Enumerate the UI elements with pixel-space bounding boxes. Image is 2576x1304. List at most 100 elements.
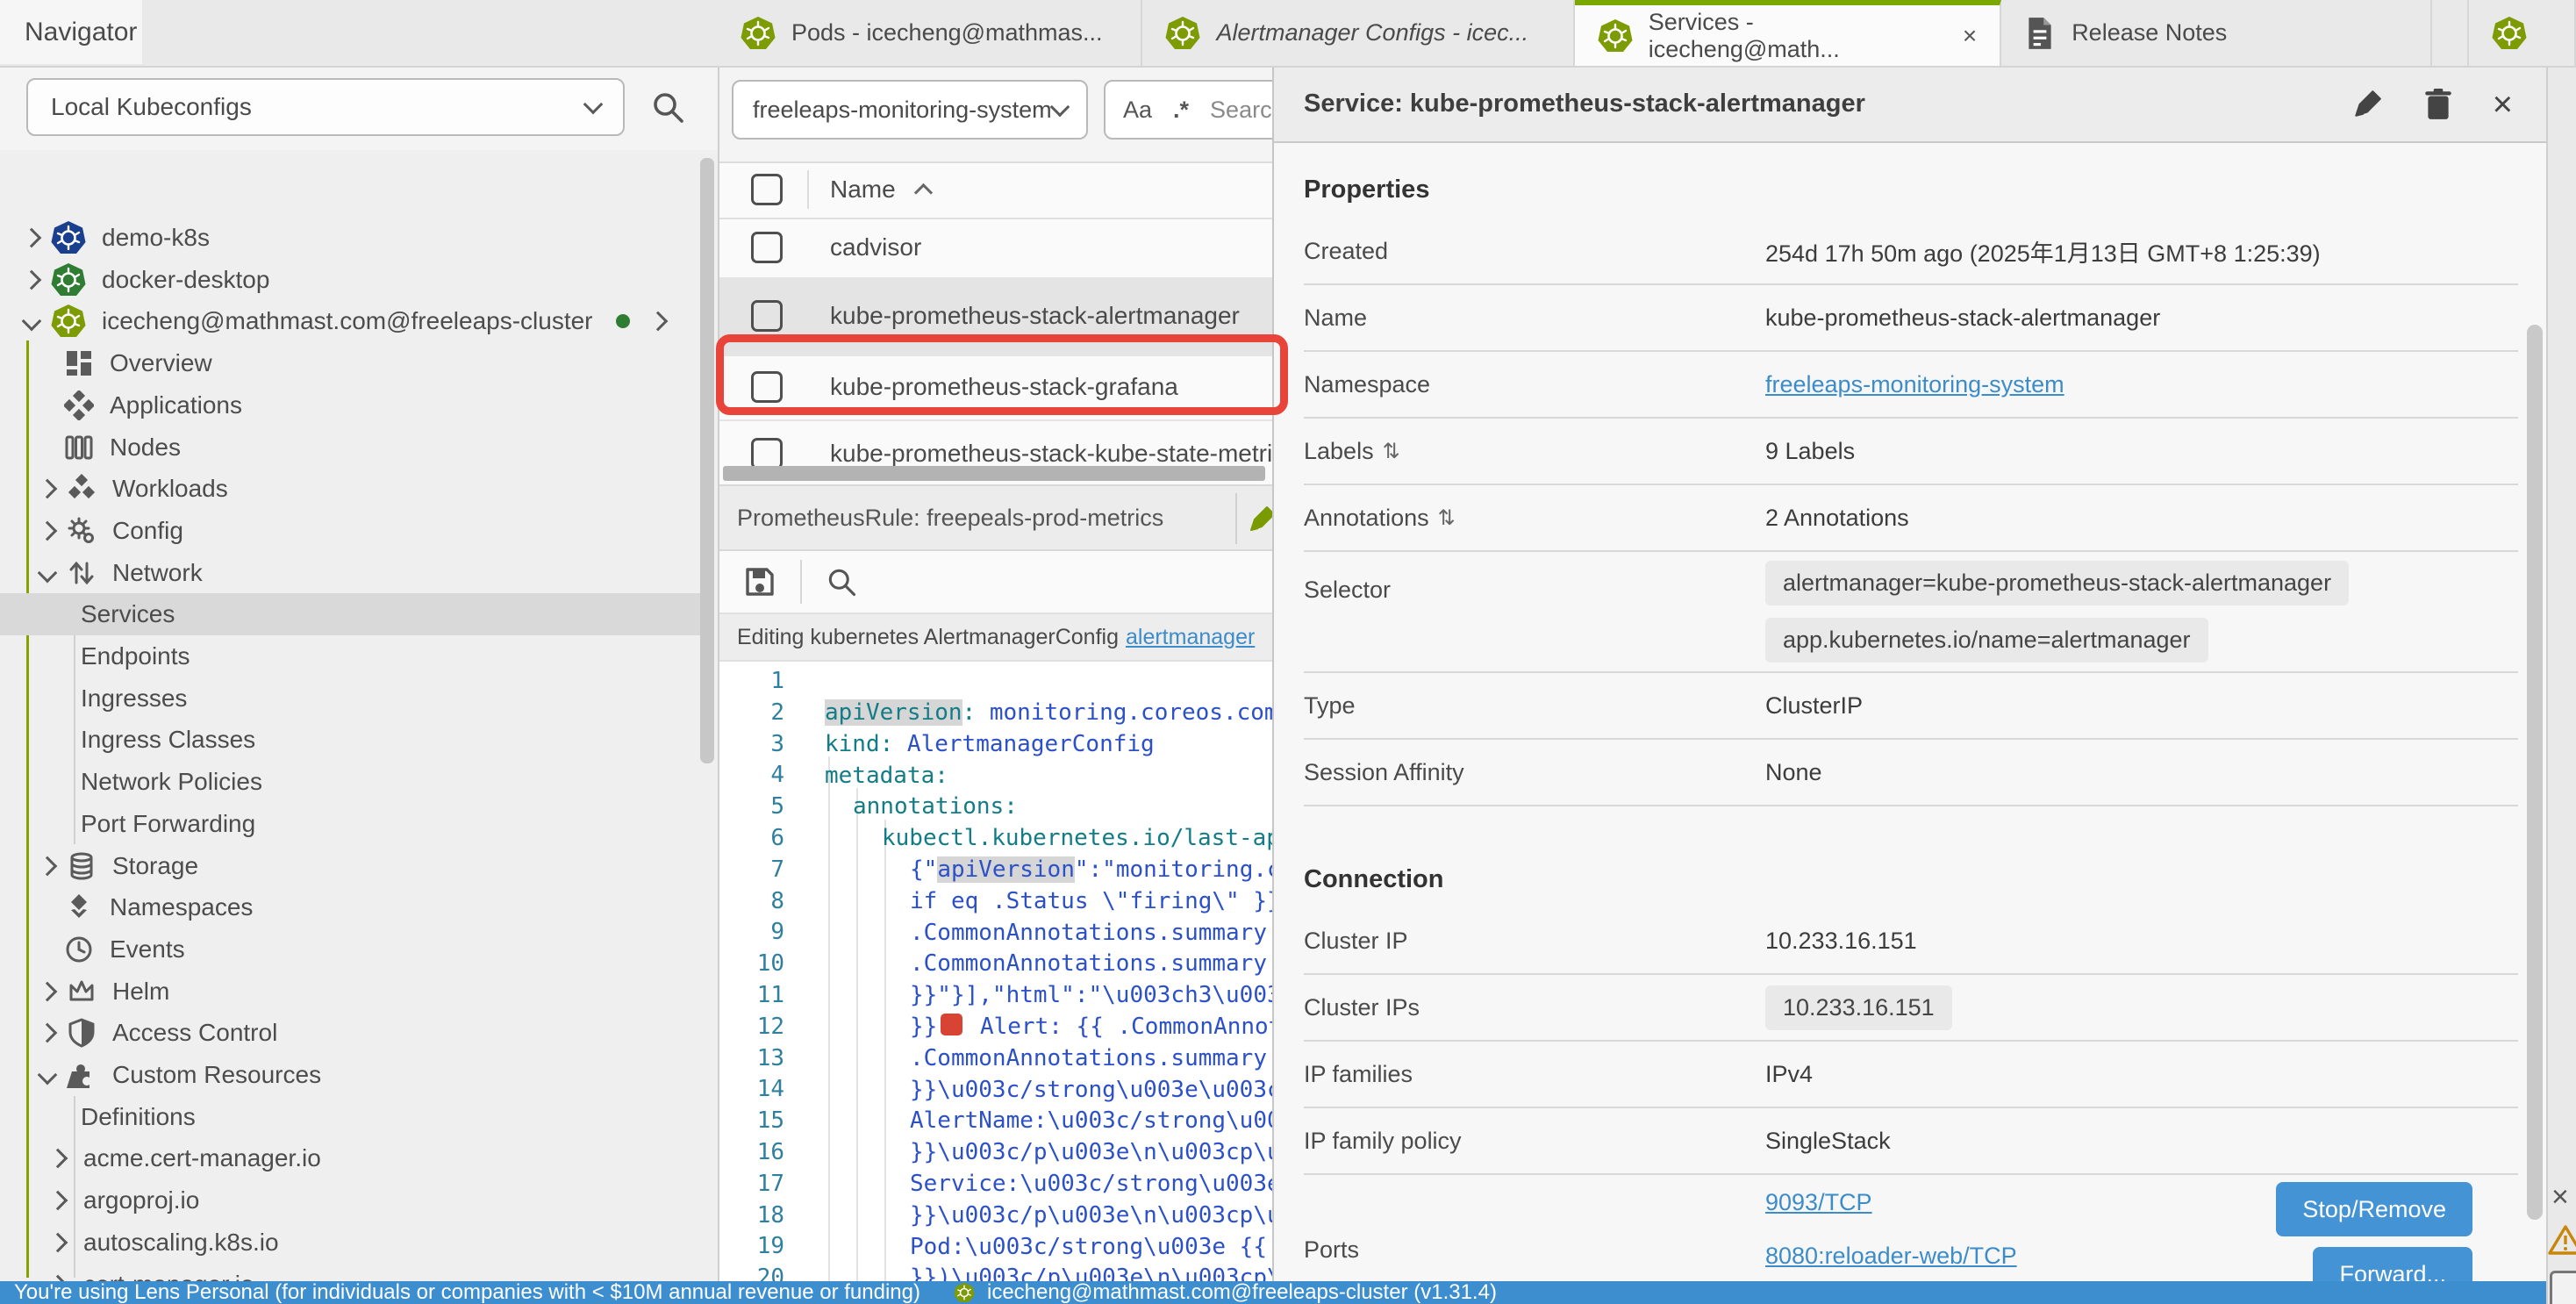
line-number: 16	[719, 1136, 784, 1168]
code-line-14[interactable]: 14 AlertName:\u003c/strong\u003e	[719, 1073, 1274, 1105]
applications-icon	[64, 390, 94, 420]
sidebar-item-helm[interactable]: Helm	[0, 971, 702, 1013]
close-icon[interactable]: ×	[1963, 22, 1977, 50]
sidebar-item-demo-k8s[interactable]: demo-k8s	[0, 217, 702, 259]
prometheusrule-title: PrometheusRule: freepeals-prod-metrics	[719, 505, 1163, 532]
search-icon[interactable]	[825, 565, 858, 598]
search-input[interactable]: Aa .* Search...	[1104, 80, 1274, 140]
code-line-3[interactable]: 3 metadata:	[719, 728, 1274, 760]
sidebar-item-icecheng-mathmast-com-freeleaps-cluster[interactable]: icecheng@mathmast.com@freeleaps-cluster	[0, 300, 702, 342]
cluster-status-text[interactable]: icecheng@mathmast.com@freeleaps-cluster …	[987, 1281, 1497, 1304]
sidebar-item-events[interactable]: Events	[0, 928, 702, 971]
tab-overflow[interactable]	[2467, 0, 2576, 66]
sidebar-item-label: Custom Resources	[112, 1061, 321, 1089]
line-number: 4	[719, 759, 784, 791]
regex-toggle[interactable]: .*	[1173, 97, 1189, 124]
namespace-selector[interactable]: freeleaps-monitoring-system	[732, 80, 1088, 140]
sidebar-item-endpoints[interactable]: Endpoints	[0, 635, 702, 677]
code-line-11[interactable]: 11 }}🚨 Alert: {{ .CommonAnnotati	[719, 979, 1274, 1011]
code-line-1[interactable]: 1 apiVersion: monitoring.coreos.com/v1	[719, 665, 1274, 697]
sidebar-item-port-forwarding[interactable]: Port Forwarding	[0, 803, 702, 845]
yaml-editor[interactable]: 1 apiVersion: monitoring.coreos.com/v12 …	[719, 662, 1274, 1281]
port-link[interactable]: 9093/TCP	[1765, 1189, 1872, 1216]
sidebar-item-network-policies[interactable]: Network Policies	[0, 761, 702, 803]
tab-pods[interactable]: Pods - icecheng@mathmas...	[718, 0, 1142, 66]
table-row-cadvisor[interactable]: cadvisor	[719, 218, 1274, 279]
window-icon[interactable]	[2550, 1271, 2576, 1304]
sidebar-item-cert-manager-io[interactable]: cert-manager.io	[0, 1264, 702, 1282]
editing-object-link[interactable]: alertmanager	[1126, 625, 1255, 650]
code-line-7[interactable]: 7 if eq .Status \"firing\" }}🚨	[719, 854, 1274, 885]
pencil-icon[interactable]	[2351, 88, 2384, 121]
sidebar-item-services[interactable]: Services	[0, 593, 702, 635]
code-line-17[interactable]: 17 }}\u003c/p\u003e\n\u003cp\u003	[719, 1168, 1274, 1200]
chevron-right-icon[interactable]	[648, 312, 668, 332]
horizontal-scrollbar[interactable]	[723, 466, 1265, 481]
sidebar-item-config[interactable]: Config	[0, 510, 702, 552]
code-line-13[interactable]: 13 }}\u003c/strong\u003e\u003c/h3	[719, 1042, 1274, 1074]
sort-icon[interactable]: ⇅	[1438, 505, 1456, 531]
sidebar-item-docker-desktop[interactable]: docker-desktop	[0, 259, 702, 301]
search-icon[interactable]	[649, 89, 686, 125]
port-link[interactable]: 8080:reloader-web/TCP	[1765, 1243, 2017, 1270]
select-all-checkbox[interactable]	[751, 174, 783, 205]
sidebar-item-ingresses[interactable]: Ingresses	[0, 677, 702, 720]
sidebar-item-overview[interactable]: Overview	[0, 342, 702, 384]
code-line-20[interactable]: 20 Severity:\u003c/strong\u003e	[719, 1262, 1274, 1281]
sort-icon[interactable]: ⇅	[1383, 439, 1400, 464]
row-checkbox[interactable]	[751, 300, 783, 332]
code-line-2[interactable]: 2 kind: AlertmanagerConfig	[719, 697, 1274, 728]
kubeconfig-selector[interactable]: Local Kubeconfigs	[26, 78, 625, 136]
column-header-name[interactable]: Name	[830, 176, 896, 204]
sidebar-item-custom-resources[interactable]: Custom Resources	[0, 1054, 702, 1096]
namespace-link[interactable]: freeleaps-monitoring-system	[1765, 371, 2064, 398]
tab-alertmanager-configs[interactable]: Alertmanager Configs - icec...	[1142, 0, 1574, 66]
code-line-19[interactable]: 19 }})\u003c/p\u003e\n\u003cp\u00	[719, 1230, 1274, 1262]
code-line-4[interactable]: 4 annotations:	[719, 759, 1274, 791]
stop-remove-button[interactable]: Stop/Remove	[2276, 1182, 2472, 1236]
close-icon[interactable]: ×	[2551, 1180, 2569, 1214]
sidebar-scrollbar[interactable]	[700, 158, 714, 763]
sidebar-item-argoproj-io[interactable]: argoproj.io	[0, 1179, 702, 1222]
code-line-5[interactable]: 5 kubectl.kubernetes.io/last-appli	[719, 791, 1274, 822]
property-row-cluster-ips: Cluster IPs10.233.16.151	[1304, 975, 2518, 1042]
sidebar-item-applications[interactable]: Applications	[0, 384, 702, 426]
sidebar-item-ingress-classes[interactable]: Ingress Classes	[0, 719, 702, 761]
nodes-icon	[64, 433, 94, 462]
sidebar-item-nodes[interactable]: Nodes	[0, 426, 702, 469]
table-row-kube-prometheus-stack-kube-state-metrics[interactable]: kube-prometheus-stack-kube-state-metrics	[719, 419, 1274, 467]
code-line-9[interactable]: 9 .CommonAnnotations.summary }}	[719, 916, 1274, 948]
table-header[interactable]: Name	[719, 161, 1274, 219]
navigator-title[interactable]: Navigator	[0, 0, 142, 64]
sidebar-item-workloads[interactable]: Workloads	[0, 468, 702, 510]
sidebar-item-acme-cert-manager-io[interactable]: acme.cert-manager.io	[0, 1137, 702, 1179]
save-icon[interactable]	[742, 564, 777, 599]
code-line-12[interactable]: 12 .CommonAnnotations.summary }}	[719, 1011, 1274, 1042]
code-line-18[interactable]: 18 Pod:\u003c/strong\u003e {{ .Co	[719, 1200, 1274, 1231]
sidebar-item-storage[interactable]: Storage	[0, 845, 702, 887]
prometheusrule-bar[interactable]: PrometheusRule: freepeals-prod-metrics	[719, 484, 1274, 551]
property-row-selector: Selectoralertmanager=kube-prometheus-sta…	[1304, 552, 2518, 673]
row-checkbox[interactable]	[751, 438, 783, 467]
trash-icon[interactable]	[2422, 88, 2454, 121]
sidebar-item-definitions[interactable]: Definitions	[0, 1096, 702, 1138]
sidebar-item-access-control[interactable]: Access Control	[0, 1012, 702, 1054]
code-line-8[interactable]: 8 .CommonAnnotations.summary }}	[719, 885, 1274, 917]
match-case-toggle[interactable]: Aa	[1123, 97, 1152, 124]
sidebar-item-label: Storage	[112, 852, 198, 880]
code-line-10[interactable]: 10 }}"}],"html":"\u003ch3\u003e\u	[719, 948, 1274, 979]
panel-scrollbar[interactable]	[2527, 325, 2543, 1220]
code-line-16[interactable]: 16 Service:\u003c/strong\u003e {	[719, 1136, 1274, 1168]
code-line-6[interactable]: 6 {"apiVersion":"monitoring.core	[719, 822, 1274, 854]
tab-release-notes[interactable]: Release Notes	[2001, 0, 2431, 66]
sidebar-item-autoscaling-k8s-io[interactable]: autoscaling.k8s.io	[0, 1222, 702, 1264]
tab-services[interactable]: Services - icecheng@math... ×	[1575, 0, 2001, 66]
row-checkbox[interactable]	[751, 232, 783, 263]
code-line-15[interactable]: 15 }}\u003c/p\u003e\n\u003cp\u003	[719, 1105, 1274, 1136]
property-label: IP families	[1304, 1061, 1413, 1088]
pencil-icon[interactable]	[1246, 504, 1274, 535]
sidebar-item-namespaces[interactable]: Namespaces	[0, 886, 702, 928]
close-icon[interactable]: ×	[2493, 87, 2513, 122]
sidebar-item-network[interactable]: Network	[0, 552, 702, 594]
sidebar-item-label: Access Control	[112, 1019, 277, 1047]
